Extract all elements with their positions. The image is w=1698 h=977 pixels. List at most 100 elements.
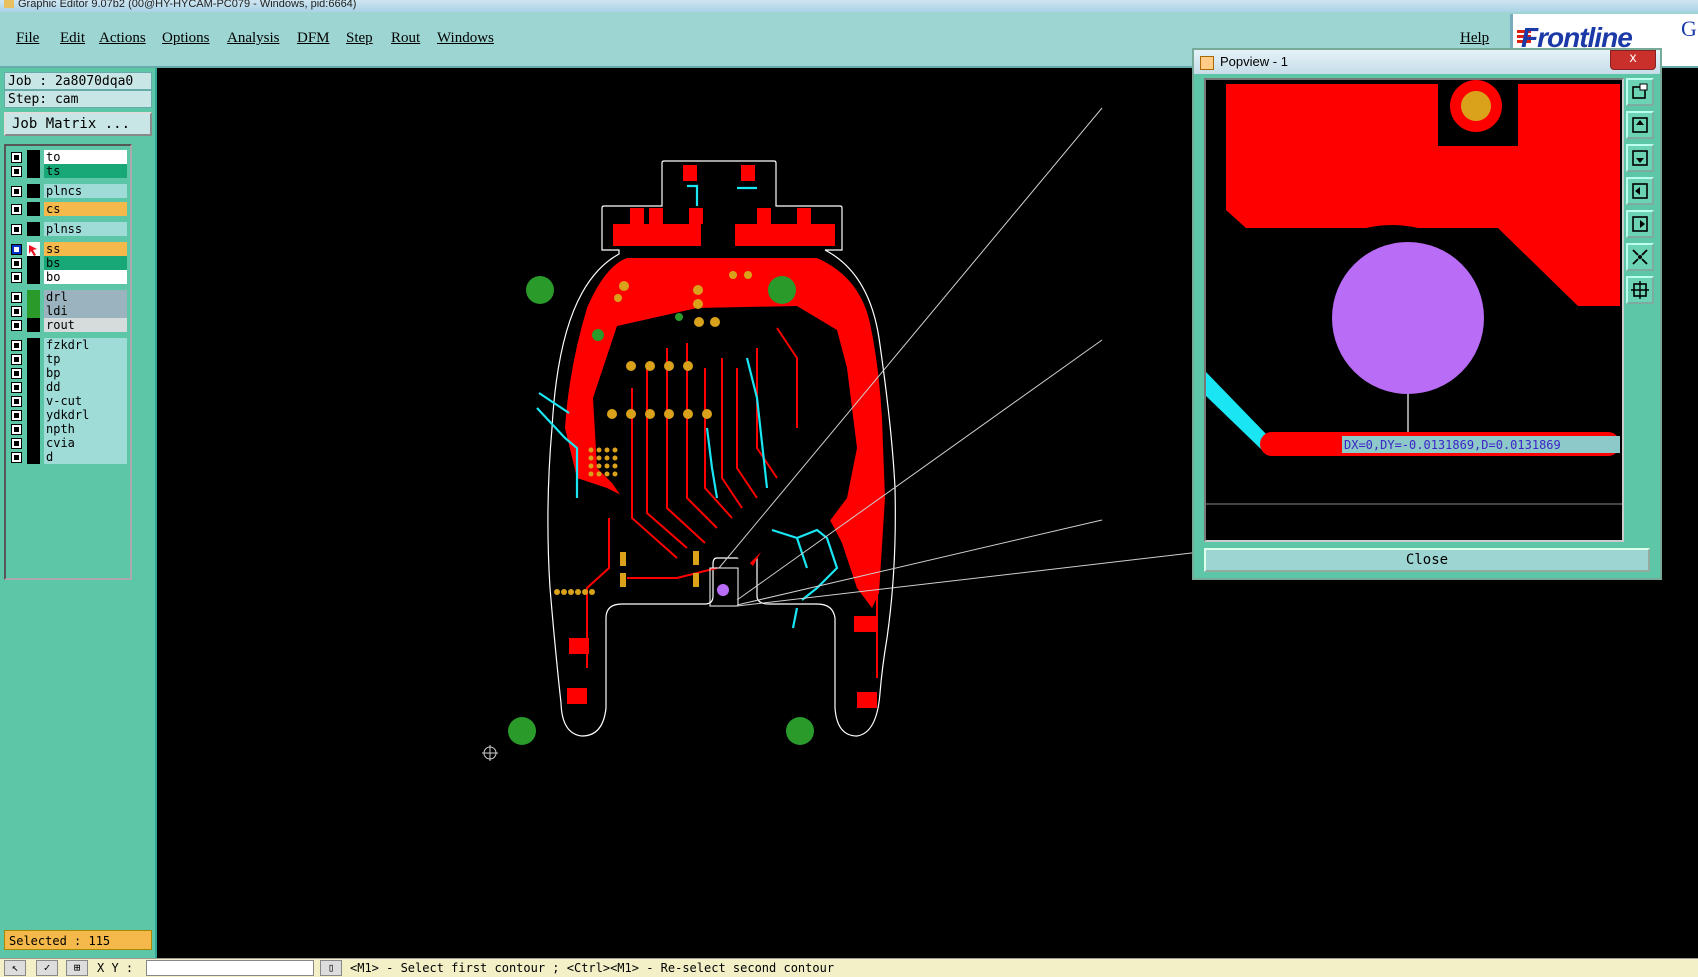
layer-row-bo[interactable]: bo	[9, 270, 127, 284]
status-message: <M1> - Select first contour ; <Ctrl><M1>…	[350, 961, 835, 975]
layer-swatch	[27, 256, 40, 270]
layer-checkbox[interactable]	[11, 152, 22, 163]
tab-pad-7	[797, 208, 811, 224]
zoom-window-button[interactable]	[1626, 78, 1654, 106]
layer-name: cs	[44, 202, 127, 216]
popview-purple-pad	[1332, 242, 1484, 394]
layer-checkbox[interactable]	[11, 244, 22, 255]
layer-swatch	[27, 270, 40, 284]
popview-title-bar[interactable]: Popview - 1	[1194, 50, 1660, 74]
layer-row-d[interactable]: d	[9, 450, 127, 464]
job-matrix-button[interactable]: Job Matrix ...	[4, 112, 152, 136]
layer-row-ydkdrl[interactable]: ydkdrl	[9, 408, 127, 422]
popview-app-icon	[1200, 55, 1214, 70]
zoom-fit-button[interactable]	[1626, 243, 1654, 271]
popview-canvas[interactable]: DX=0,DY=-0.0131869,D=0.0131869	[1204, 78, 1624, 542]
layer-checkbox[interactable]	[11, 340, 22, 351]
select-mode-button[interactable]: ↖	[4, 960, 26, 976]
layer-checkbox[interactable]	[11, 292, 22, 303]
pan-right-button[interactable]	[1626, 210, 1654, 238]
pan-up-button[interactable]	[1626, 111, 1654, 139]
menu-edit[interactable]: Edit	[60, 30, 85, 47]
menu-file[interactable]: File	[16, 30, 39, 47]
menu-rout[interactable]: Rout	[391, 30, 420, 47]
layer-row-to[interactable]: to	[9, 150, 127, 164]
layer-checkbox[interactable]	[11, 354, 22, 365]
layer-checkbox[interactable]	[11, 272, 22, 283]
layer-swatch	[27, 290, 40, 304]
popview-title: Popview - 1	[1220, 54, 1288, 69]
layer-row-drl[interactable]: drl	[9, 290, 127, 304]
layer-row-cvia[interactable]: cvia	[9, 436, 127, 450]
app-icon	[4, 0, 14, 8]
zoom-fit-icon	[1632, 249, 1648, 265]
layer-row-ss[interactable]: ss	[9, 242, 127, 256]
window-title: Graphic Editor 9.07b2 (00@HY-HYCAM-PC079…	[18, 0, 357, 10]
layer-swatch	[27, 422, 40, 436]
menu-help[interactable]: Help	[1460, 30, 1489, 47]
status-toggle-button[interactable]: ▯	[320, 960, 342, 976]
grid-mode-button[interactable]: ⊞	[66, 960, 88, 976]
layer-checkbox[interactable]	[11, 166, 22, 177]
layer-row-ldi[interactable]: ldi	[9, 304, 127, 318]
xy-coordinate-field[interactable]	[146, 960, 314, 976]
layer-row-ts[interactable]: ts	[9, 164, 127, 178]
status-bar: ↖ ✓ ⊞ X Y : ▯ <M1> - Select first contou…	[0, 958, 1698, 977]
layer-name: cvia	[44, 436, 127, 450]
layer-swatch	[27, 304, 40, 318]
pan-left-button[interactable]	[1626, 177, 1654, 205]
layer-row-v-cut[interactable]: v-cut	[9, 394, 127, 408]
measure-mode-button[interactable]: ✓	[36, 960, 58, 976]
layer-checkbox[interactable]	[11, 306, 22, 317]
layer-row-bp[interactable]: bp	[9, 366, 127, 380]
layer-checkbox[interactable]	[11, 382, 22, 393]
popview-top-right-copper	[1518, 84, 1620, 122]
hole-top-right	[768, 276, 796, 304]
zoom-home-icon	[1631, 281, 1649, 299]
layer-name: fzkdrl	[44, 338, 127, 352]
layer-checkbox[interactable]	[11, 320, 22, 331]
layer-row-npth[interactable]: npth	[9, 422, 127, 436]
layer-checkbox[interactable]	[11, 204, 22, 215]
layer-checkbox[interactable]	[11, 410, 22, 421]
layer-row-bs[interactable]: bs	[9, 256, 127, 270]
popview-close-x-button[interactable]: x	[1610, 50, 1656, 70]
menu-dfm[interactable]: DFM	[297, 30, 330, 47]
layer-checkbox[interactable]	[11, 396, 22, 407]
menu-options[interactable]: Options	[162, 30, 210, 47]
menu-windows[interactable]: Windows	[437, 30, 494, 47]
layer-row-dd[interactable]: dd	[9, 380, 127, 394]
pan-down-button[interactable]	[1626, 144, 1654, 172]
layer-checkbox[interactable]	[11, 186, 22, 197]
leg-right-pad-1	[854, 616, 876, 632]
layer-swatch	[27, 222, 40, 236]
menu-actions[interactable]: Actions	[99, 30, 146, 47]
layer-checkbox[interactable]	[11, 258, 22, 269]
zoom-home-button[interactable]	[1626, 276, 1654, 304]
layer-checkbox[interactable]	[11, 438, 22, 449]
layer-row-cs[interactable]: cs	[9, 202, 127, 216]
layer-checkbox[interactable]	[11, 368, 22, 379]
layer-swatch	[27, 380, 40, 394]
layer-checkbox[interactable]	[11, 424, 22, 435]
menu-analysis[interactable]: Analysis	[227, 30, 280, 47]
left-panel: Job : 2a8070dqa0 Step: cam Job Matrix ..…	[0, 68, 157, 958]
layer-swatch	[27, 408, 40, 422]
popview-close-button[interactable]: Close	[1204, 548, 1650, 572]
layer-row-tp[interactable]: tp	[9, 352, 127, 366]
layer-row-fzkdrl[interactable]: fzkdrl	[9, 338, 127, 352]
layer-checkbox[interactable]	[11, 452, 22, 463]
popview-window[interactable]: Popview - 1 x DX=0,DY=-0.0131869,D=0.013…	[1192, 48, 1662, 580]
layer-checkbox[interactable]	[11, 224, 22, 235]
layer-row-plnss[interactable]: plnss	[9, 222, 127, 236]
layer-name: rout	[44, 318, 127, 332]
tab-pad-3	[630, 208, 644, 224]
measured-pad	[717, 584, 729, 596]
layer-row-rout[interactable]: rout	[9, 318, 127, 332]
menu-step[interactable]: Step	[346, 30, 373, 47]
layer-name: tp	[44, 352, 127, 366]
xy-label: X Y :	[97, 961, 134, 975]
layer-row-plncs[interactable]: plncs	[9, 184, 127, 198]
datum-crosshair-icon	[482, 745, 498, 761]
tab-left	[613, 224, 701, 246]
